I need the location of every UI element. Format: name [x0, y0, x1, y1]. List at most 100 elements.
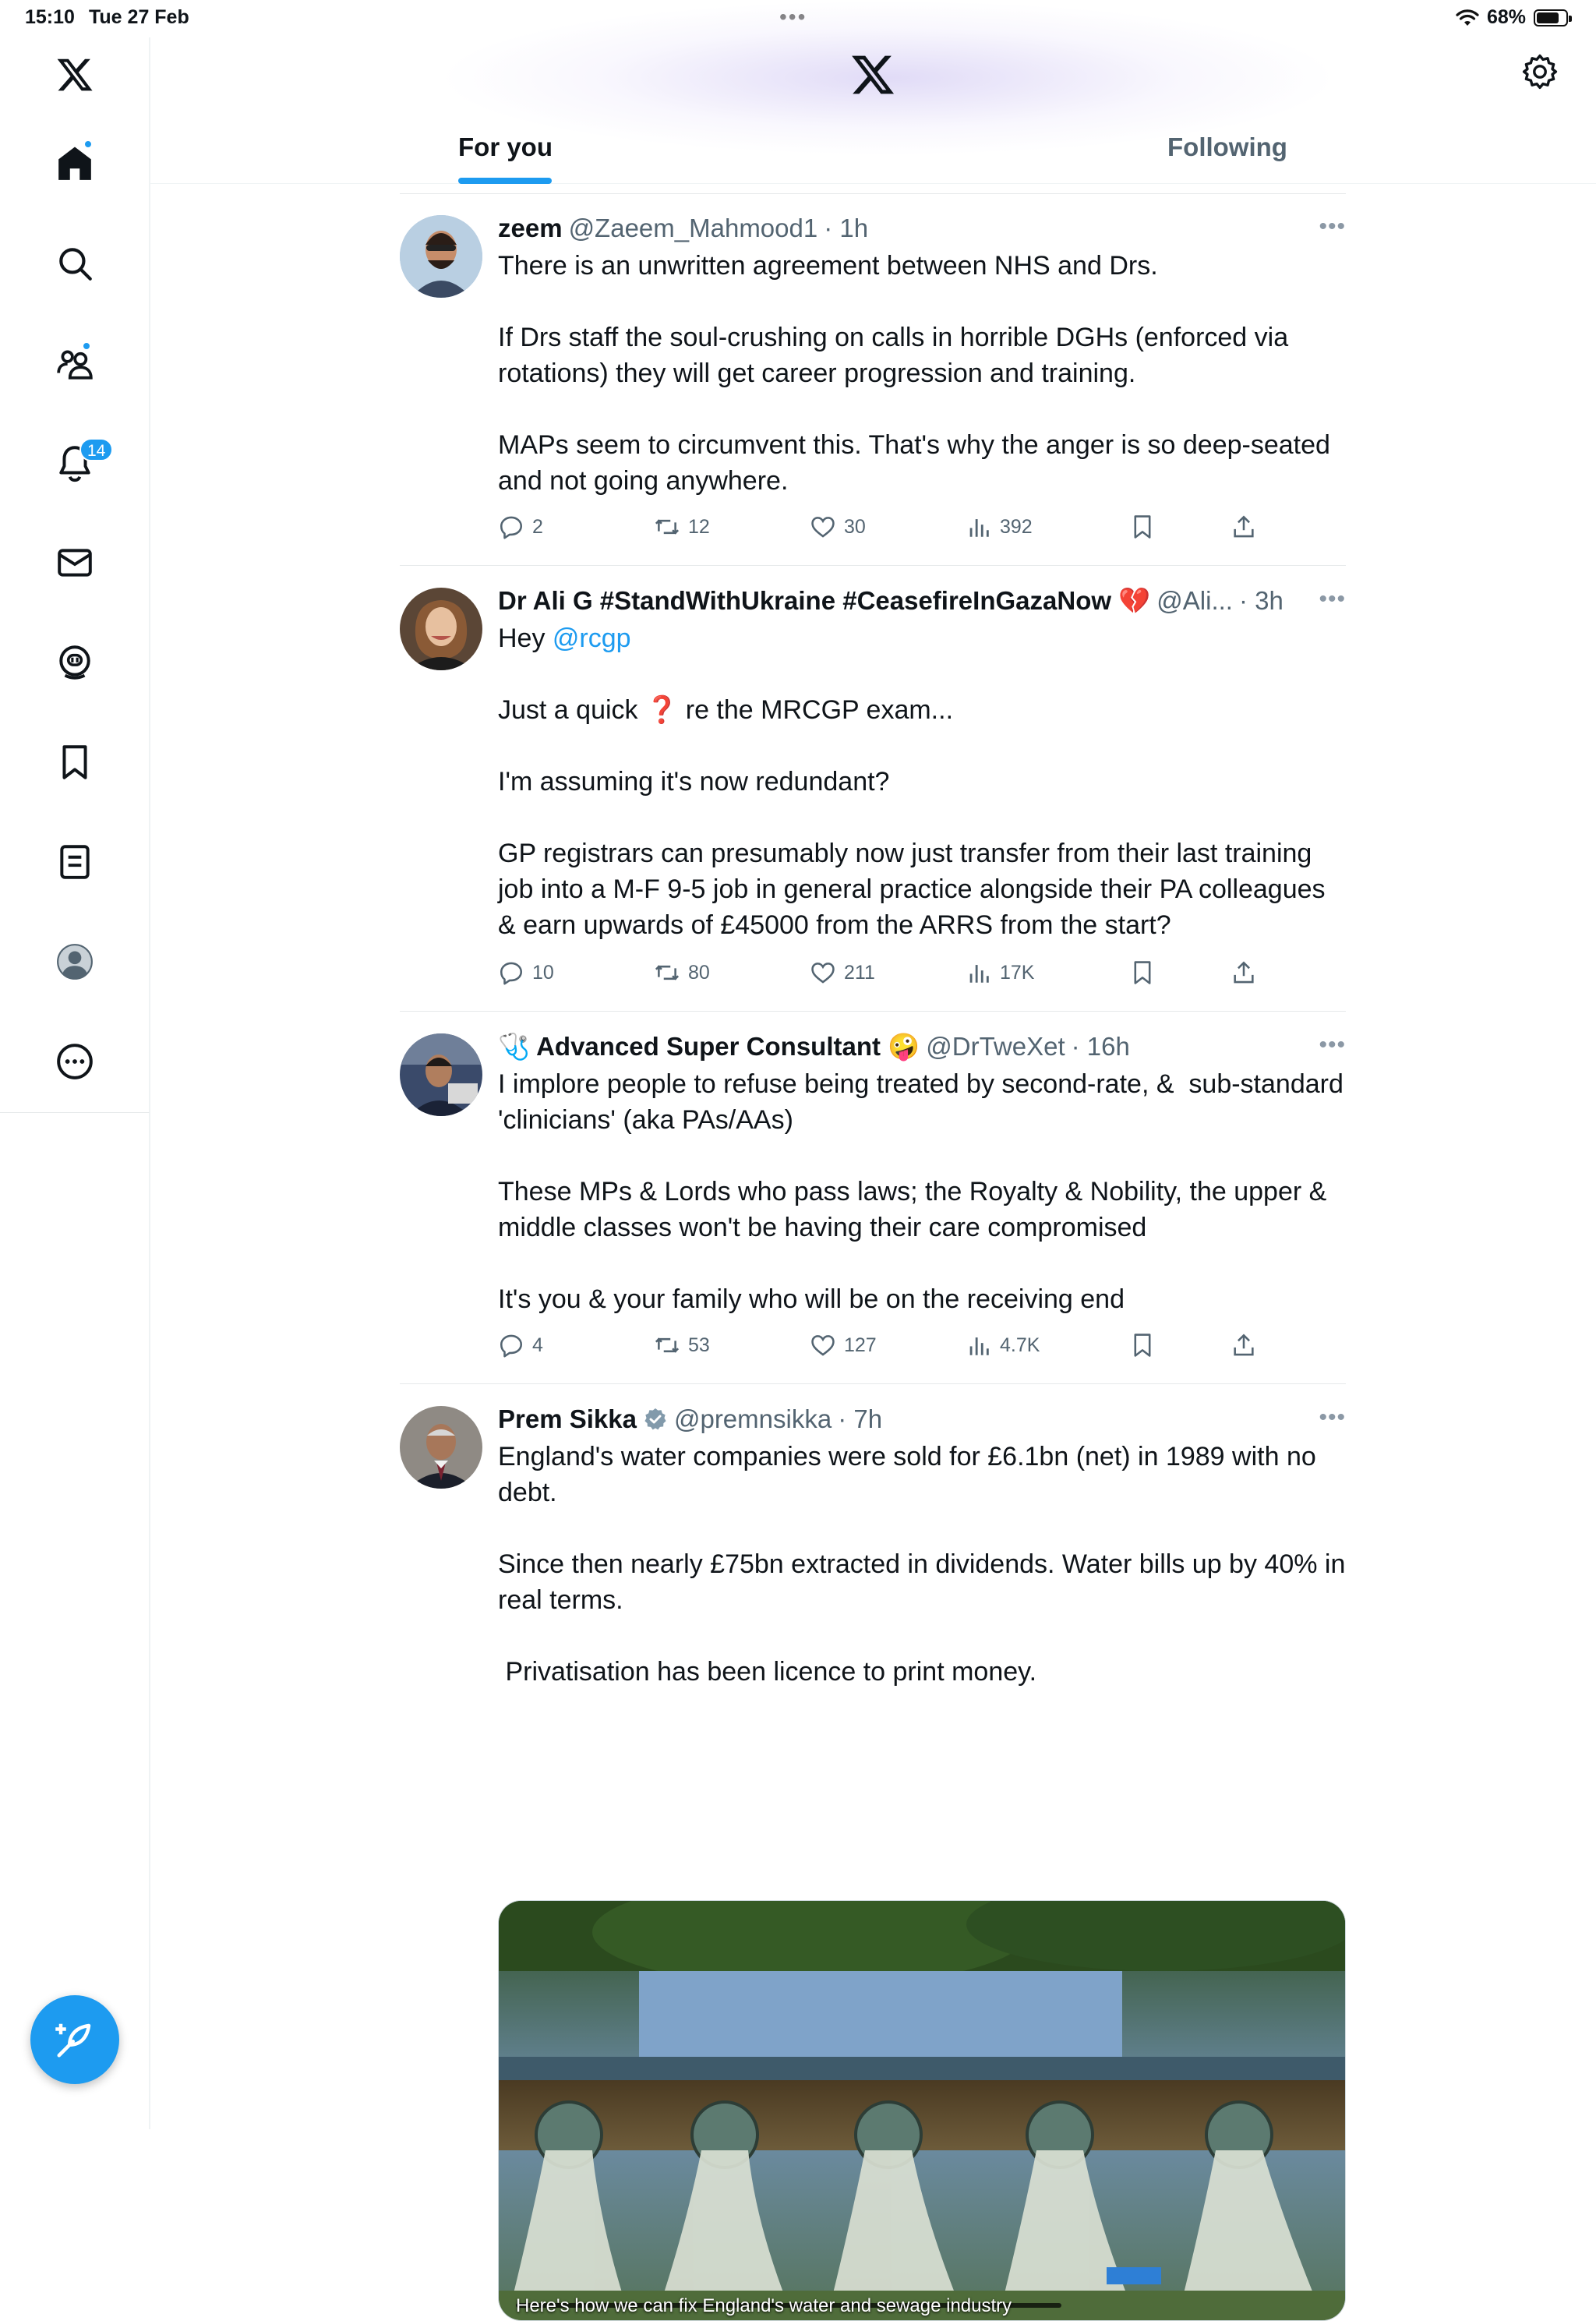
bookmark-icon[interactable] — [37, 725, 112, 800]
like-button[interactable]: 211 — [810, 959, 875, 986]
tab-following[interactable]: Following — [1167, 132, 1287, 162]
share-button[interactable] — [1231, 959, 1257, 986]
heart-icon — [811, 963, 835, 984]
home-unread-dot — [83, 140, 93, 149]
communities-icon[interactable] — [37, 326, 112, 401]
compose-button[interactable] — [30, 1995, 119, 2084]
like-count: 211 — [844, 961, 875, 984]
author-name[interactable]: zeem — [498, 214, 563, 243]
views-count: 392 — [1000, 515, 1033, 538]
repost-button[interactable]: 80 — [654, 959, 710, 986]
reply-button[interactable]: 4 — [498, 1332, 543, 1358]
avatar[interactable] — [400, 1406, 482, 1489]
heart-icon — [811, 1335, 835, 1356]
like-count: 127 — [844, 1334, 877, 1356]
home-icon[interactable] — [37, 126, 112, 201]
wifi-icon — [1456, 9, 1479, 26]
tweet[interactable]: 🩺 Advanced Super Consultant 🤪 @DrTweXet … — [400, 1012, 1346, 1384]
mention-link[interactable]: @rcgp — [553, 624, 631, 653]
reply-count: 10 — [532, 961, 554, 984]
bookmark-button[interactable] — [1129, 959, 1156, 986]
more-options-icon[interactable]: ••• — [1319, 214, 1346, 240]
profile-icon[interactable] — [37, 924, 112, 999]
grok-icon[interactable] — [37, 625, 112, 700]
more-options-icon[interactable]: ••• — [1319, 586, 1346, 613]
x-logo-icon[interactable] — [37, 37, 112, 112]
tweet-time[interactable]: · 3h — [1239, 586, 1284, 616]
reply-button[interactable]: 10 — [498, 959, 554, 986]
gear-icon[interactable] — [1521, 53, 1563, 95]
more-options-icon[interactable]: ••• — [1319, 1032, 1346, 1058]
repost-button[interactable]: 12 — [654, 514, 710, 540]
repost-count: 12 — [688, 515, 710, 538]
tweet-time[interactable]: · 7h — [838, 1404, 882, 1434]
tweet-video[interactable]: Here's how we can fix England's water an… — [498, 1900, 1346, 2321]
like-button[interactable]: 30 — [810, 514, 866, 540]
tweet-content: zeem @Zaeem_Mahmood1 · 1h ••• There is a… — [498, 210, 1346, 499]
like-count: 30 — [844, 515, 866, 538]
avatar[interactable] — [400, 215, 482, 298]
avatar[interactable] — [400, 1033, 482, 1116]
bookmark-icon — [1134, 515, 1151, 539]
views-icon — [969, 965, 989, 983]
author-handle[interactable]: @Ali... — [1156, 586, 1233, 616]
views-button[interactable]: 17K — [966, 959, 1034, 986]
author-handle[interactable]: @DrTweXet — [926, 1032, 1065, 1062]
views-button[interactable]: 4.7K — [966, 1332, 1040, 1358]
tweet[interactable]: Prem Sikka @premnsikka · 7h ••• England'… — [400, 1384, 1346, 2321]
timeline-tabs: For you Following — [150, 117, 1596, 184]
tweet-content: 🩺 Advanced Super Consultant 🤪 @DrTweXet … — [498, 1029, 1346, 1317]
battery-percent: 68% — [1486, 6, 1526, 28]
tweet-actions: 4 53 127 4.7K — [498, 1328, 1277, 1362]
bookmark-icon — [1134, 961, 1151, 984]
reply-button[interactable]: 2 — [498, 514, 543, 540]
reply-count: 2 — [532, 515, 543, 538]
repost-count: 80 — [688, 961, 710, 984]
lists-icon[interactable] — [37, 825, 112, 899]
tweet[interactable]: Dr Ali G #StandWithUkraine #CeasefireInG… — [400, 566, 1346, 1012]
repost-button[interactable]: 53 — [654, 1332, 710, 1358]
tweet-time[interactable]: · 1h — [824, 214, 868, 243]
more-icon[interactable] — [37, 1024, 112, 1099]
more-options-icon[interactable]: ••• — [1319, 1404, 1346, 1431]
author-handle[interactable]: @Zaeem_Mahmood1 — [569, 214, 818, 243]
bell-icon[interactable]: 14 — [37, 426, 114, 500]
author-name[interactable]: Dr Ali G #StandWithUkraine #CeasefireInG… — [498, 586, 1150, 616]
tweet-actions: 2 12 30 392 — [498, 510, 1277, 544]
author-name[interactable]: Prem Sikka — [498, 1404, 637, 1434]
reply-icon — [500, 1334, 523, 1358]
stethoscope-icon: 🩺 — [498, 1031, 531, 1061]
tweet-text: I implore people to refuse being treated… — [498, 1069, 1344, 1314]
reply-icon — [500, 962, 523, 985]
reply-icon — [500, 516, 523, 539]
tweet-text-rest: Just a quick ❓ re the MRCGP exam... I'm … — [498, 695, 1326, 940]
reply-count: 4 — [532, 1334, 543, 1356]
header-x-logo-icon[interactable] — [849, 51, 896, 98]
share-icon — [1234, 961, 1254, 984]
status-date: Tue 27 Feb — [89, 6, 189, 28]
like-button[interactable]: 127 — [810, 1332, 877, 1358]
tweet-header: Prem Sikka @premnsikka · 7h — [498, 1401, 1346, 1437]
views-count: 4.7K — [1000, 1334, 1040, 1356]
tweet[interactable]: zeem @Zaeem_Mahmood1 · 1h ••• There is a… — [400, 193, 1346, 566]
avatar[interactable] — [400, 588, 482, 670]
compose-feather-icon — [55, 2023, 91, 2058]
tab-for-you[interactable]: For you — [458, 132, 553, 162]
status-time: 15:10 — [25, 6, 75, 28]
tweet-time[interactable]: · 16h — [1072, 1032, 1130, 1062]
bookmark-button[interactable] — [1129, 1332, 1156, 1358]
search-icon[interactable] — [37, 226, 112, 301]
bookmark-button[interactable] — [1129, 514, 1156, 540]
views-icon — [969, 519, 989, 537]
share-icon — [1234, 515, 1254, 538]
views-button[interactable]: 392 — [966, 514, 1033, 540]
video-caption: Here's how we can fix England's water an… — [516, 2295, 1012, 2316]
tweet-header: zeem @Zaeem_Mahmood1 · 1h — [498, 210, 1346, 246]
author-handle[interactable]: @premnsikka — [674, 1404, 832, 1434]
author-name[interactable]: Advanced Super Consultant 🤪 — [536, 1032, 920, 1062]
tweet-text: There is an unwritten agreement between … — [498, 251, 1330, 496]
mail-icon[interactable] — [37, 525, 112, 600]
share-button[interactable] — [1231, 1332, 1257, 1358]
share-button[interactable] — [1231, 514, 1257, 540]
heart-icon — [811, 517, 835, 538]
